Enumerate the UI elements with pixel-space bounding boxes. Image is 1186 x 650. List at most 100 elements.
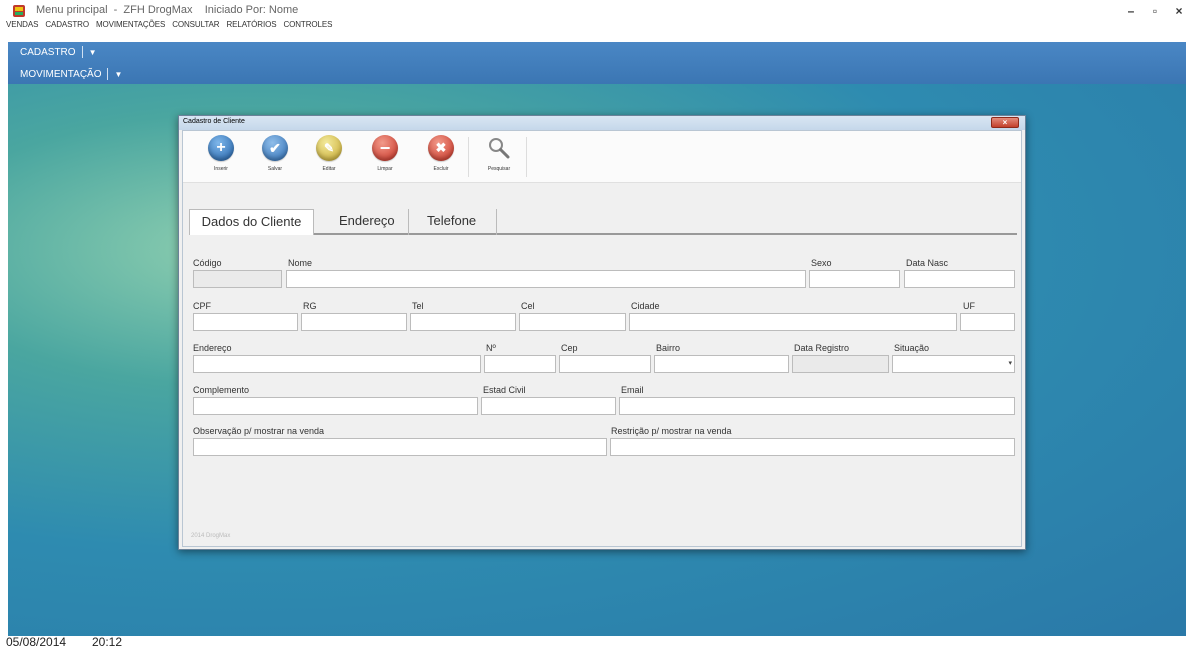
tel-field[interactable] — [410, 313, 516, 333]
search-icon — [486, 135, 512, 161]
numero-field[interactable] — [484, 355, 556, 375]
editar-button[interactable]: ✎ Editar — [309, 135, 349, 172]
endereco-field[interactable] — [193, 355, 481, 375]
cpf-label: CPF — [193, 301, 211, 311]
status-bar: 05/08/2014 20:12 — [0, 635, 1186, 650]
data-registro-label: Data Registro — [794, 343, 850, 353]
cep-label: Cep — [561, 343, 578, 353]
cel-label: Cel — [521, 301, 535, 311]
ribbon-movimentacao-label: MOVIMENTAÇÃO — [20, 68, 102, 80]
close-button[interactable]: × — [1172, 4, 1186, 18]
ribbon-separator — [81, 46, 83, 58]
ribbon-cadastro-button[interactable]: CADASTRO ▼ — [20, 46, 96, 58]
endereco-label: Endereço — [193, 343, 232, 353]
uf-field[interactable] — [960, 313, 1015, 333]
tab-dados-do-cliente[interactable]: Dados do Cliente — [189, 209, 314, 235]
footer-text: 2014 DrogMax — [191, 533, 231, 539]
cel-field[interactable] — [519, 313, 626, 333]
menu-bar: VENDAS CADASTRO MOVIMENTAÇÕES CONSULTAR … — [6, 20, 332, 29]
editar-label: Editar — [322, 166, 336, 172]
menu-movimentacoes[interactable]: MOVIMENTAÇÕES — [96, 20, 165, 29]
tab-endereco[interactable]: Endereço — [329, 209, 409, 235]
cep-field[interactable] — [559, 355, 651, 375]
ribbon-separator — [107, 68, 109, 80]
tel-label: Tel — [412, 301, 424, 311]
pencil-icon: ✎ — [316, 135, 342, 161]
pesquisar-label: Pesquisar — [487, 166, 511, 172]
app-titlebar: Menu principal - ZFH DrogMax Iniciado Po… — [0, 0, 1186, 30]
bairro-label: Bairro — [656, 343, 681, 353]
menu-vendas[interactable]: VENDAS — [6, 20, 38, 29]
cpf-field[interactable] — [193, 313, 298, 333]
toolbar-separator — [526, 137, 527, 177]
dropdown-arrow-icon[interactable]: ▾ — [1008, 359, 1012, 367]
cadastro-cliente-dialog: Cadastro de Cliente × + Inserir ✔ Salvar… — [178, 115, 1026, 550]
dialog-title: Cadastro de Cliente — [183, 118, 245, 125]
data-nasc-label: Data Nasc — [906, 258, 949, 268]
menu-relatorios[interactable]: RELATÓRIOS — [226, 20, 276, 29]
minus-icon: − — [372, 135, 398, 161]
ribbon-cadastro-label: CADASTRO — [20, 46, 76, 58]
codigo-label: Código — [193, 258, 222, 268]
window-controls: – ▫ × — [1124, 4, 1186, 18]
tab-bar: Dados do Cliente Endereço Telefone — [189, 209, 1017, 235]
estad-civil-label: Estad Civil — [483, 385, 526, 395]
app-logo-icon — [13, 5, 25, 17]
status-date: 05/08/2014 — [6, 635, 67, 649]
situacao-select[interactable]: ▾ — [892, 355, 1015, 373]
complemento-label: Complemento — [193, 385, 250, 395]
estad-civil-field[interactable] — [481, 397, 616, 417]
chevron-down-icon[interactable]: ▼ — [89, 48, 97, 57]
menu-consultar[interactable]: CONSULTAR — [172, 20, 219, 29]
restricao-label: Restrição p/ mostrar na venda — [611, 426, 732, 436]
status-time: 20:12 — [92, 635, 123, 649]
check-icon: ✔ — [262, 135, 288, 161]
salvar-button[interactable]: ✔ Salvar — [255, 135, 295, 172]
email-field[interactable] — [619, 397, 1015, 417]
email-label: Email — [621, 385, 644, 395]
codigo-field[interactable] — [193, 270, 282, 290]
menu-controles[interactable]: CONTROLES — [283, 20, 332, 29]
dialog-close-button[interactable]: × — [991, 117, 1019, 128]
inserir-label: Inserir — [214, 166, 228, 172]
ribbon-bar: CADASTRO ▼ MOVIMENTAÇÃO ▼ — [8, 42, 1186, 84]
uf-label: UF — [963, 301, 975, 311]
excluir-button[interactable]: ✖ Excluir — [421, 135, 461, 172]
plus-icon: + — [208, 135, 234, 161]
sexo-field[interactable] — [809, 270, 900, 290]
salvar-label: Salvar — [267, 166, 283, 172]
limpar-label: Limpar — [377, 166, 393, 172]
pesquisar-button[interactable]: Pesquisar — [479, 135, 519, 172]
dialog-body: + Inserir ✔ Salvar ✎ Editar − Limpar ✖ E… — [182, 130, 1022, 547]
menu-cadastro[interactable]: CADASTRO — [45, 20, 89, 29]
rg-field[interactable] — [301, 313, 407, 333]
dialog-titlebar[interactable]: Cadastro de Cliente × — [179, 116, 1025, 130]
tab-telefone[interactable]: Telefone — [417, 209, 497, 235]
nome-field[interactable] — [286, 270, 806, 290]
data-nasc-field[interactable] — [904, 270, 1015, 290]
limpar-button[interactable]: − Limpar — [365, 135, 405, 172]
numero-label: Nº — [486, 343, 496, 353]
observacao-field[interactable] — [193, 438, 607, 458]
ribbon-movimentacao-button[interactable]: MOVIMENTAÇÃO ▼ — [20, 68, 122, 80]
delete-x-icon: ✖ — [428, 135, 454, 161]
data-registro-field[interactable] — [792, 355, 889, 375]
minimize-button[interactable]: – — [1124, 4, 1138, 18]
restricao-field[interactable] — [610, 438, 1015, 458]
toolbar-separator — [468, 137, 469, 177]
window-title: Menu principal - ZFH DrogMax Iniciado Po… — [36, 4, 299, 16]
cidade-field[interactable] — [629, 313, 957, 333]
bairro-field[interactable] — [654, 355, 789, 375]
nome-label: Nome — [288, 258, 313, 268]
situacao-label: Situação — [894, 343, 930, 353]
cidade-label: Cidade — [631, 301, 660, 311]
complemento-field[interactable] — [193, 397, 478, 417]
rg-label: RG — [303, 301, 317, 311]
inserir-button[interactable]: + Inserir — [201, 135, 241, 172]
excluir-label: Excluir — [433, 166, 449, 172]
toolbar: + Inserir ✔ Salvar ✎ Editar − Limpar ✖ E… — [183, 131, 1021, 183]
maximize-button[interactable]: ▫ — [1148, 4, 1162, 18]
observacao-label: Observação p/ mostrar na venda — [193, 426, 325, 436]
chevron-down-icon[interactable]: ▼ — [114, 70, 122, 79]
sexo-label: Sexo — [811, 258, 832, 268]
